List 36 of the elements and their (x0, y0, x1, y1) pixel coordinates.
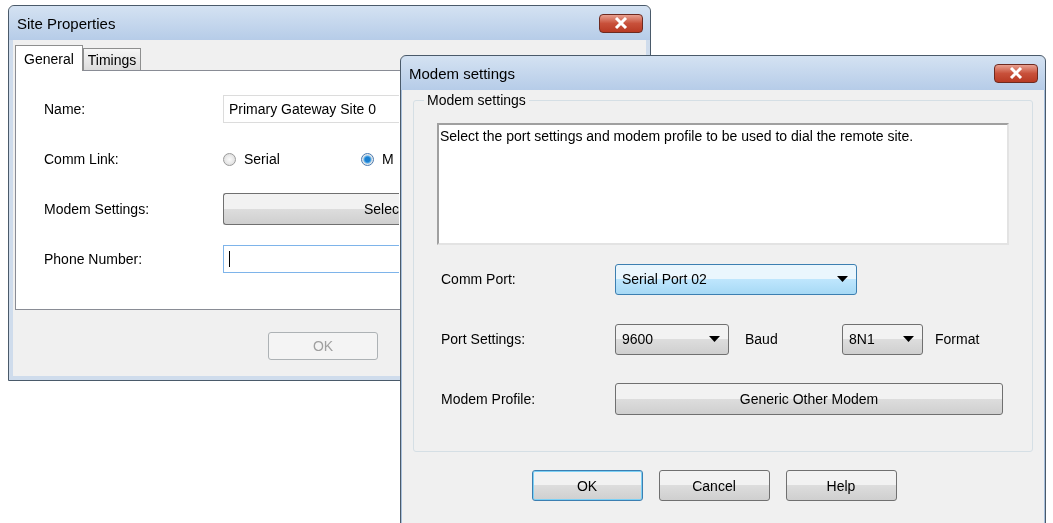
dropdown-arrow-icon (837, 276, 848, 282)
close-button[interactable] (994, 63, 1038, 83)
close-icon (1009, 67, 1023, 79)
radio-button[interactable] (223, 152, 236, 166)
field-label: Phone Number: (44, 251, 144, 267)
field-label: Modem Settings: (44, 201, 151, 217)
field-label: Modem Profile: (440, 391, 537, 407)
radio-button[interactable] (361, 152, 374, 166)
comm-port-dropdown[interactable]: Serial Port 02 (615, 263, 857, 295)
unit-label: Format (934, 331, 980, 347)
dialog-button[interactable]: Help (785, 470, 897, 501)
tab[interactable]: Timings (82, 48, 142, 70)
format-dropdown[interactable]: 8N1 (842, 323, 923, 355)
group-title: Modem settings (424, 92, 529, 108)
name-field[interactable]: Primary Gateway Site 0 (223, 95, 399, 123)
select-button[interactable]: Selec (223, 193, 399, 225)
field-label: Name: (44, 101, 87, 117)
close-button[interactable] (599, 13, 643, 33)
window-title: Site Properties (17, 14, 116, 32)
tab[interactable]: General (15, 45, 83, 71)
field-label: Comm Link: (44, 151, 120, 167)
window-title: Modem settings (409, 64, 515, 82)
dropdown-arrow-icon (709, 336, 720, 342)
baud-rate-dropdown[interactable]: 9600 (615, 323, 729, 355)
dropdown-arrow-icon (903, 336, 914, 342)
dialog-button[interactable]: OK (531, 470, 643, 501)
dialog-button[interactable]: Cancel (658, 470, 770, 501)
field-label: Port Settings: (440, 331, 527, 347)
phone-number-field[interactable] (223, 245, 399, 273)
close-icon (614, 17, 628, 29)
unit-label: Baud (744, 331, 779, 347)
field-label: Comm Port: (440, 271, 517, 287)
modem-profile-button[interactable]: Generic Other Modem (615, 383, 1003, 415)
description-box: Select the port settings and modem profile to be used to dial the remote site. (437, 123, 1009, 245)
radio-label: M (382, 151, 394, 167)
radio-label: Serial (244, 151, 280, 167)
